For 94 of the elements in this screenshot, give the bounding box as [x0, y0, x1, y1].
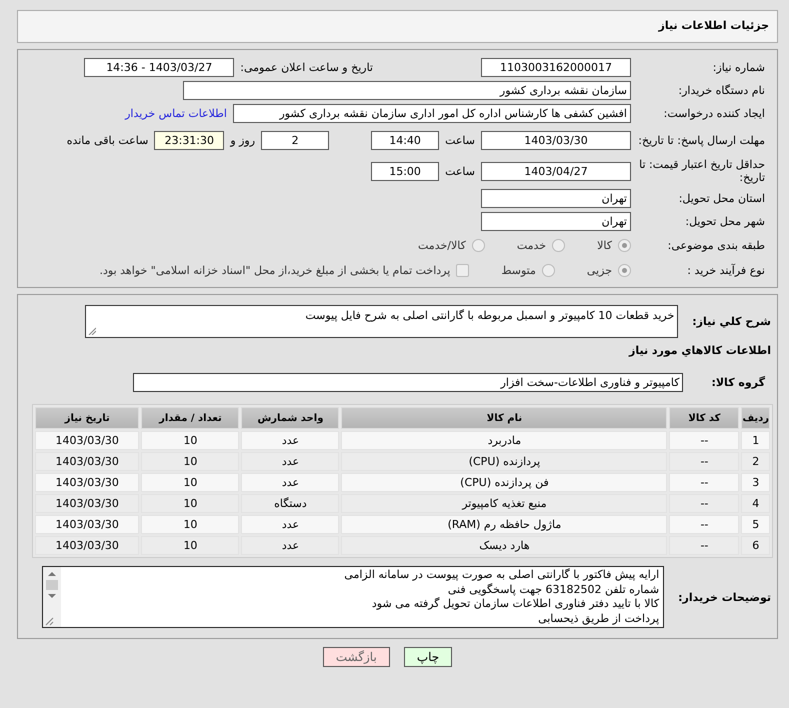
field-label: ایجاد کننده درخواست: — [662, 106, 766, 120]
table-cell: عدد — [241, 452, 340, 471]
text-field[interactable]: 1403/03/30 — [481, 130, 631, 150]
radio-button[interactable] — [472, 238, 485, 252]
field-label: طبقه بندی موضوعی: — [666, 238, 766, 252]
table-cell: 10 — [141, 494, 240, 513]
table-cell: منبع تغذیه کامپیوتر — [341, 494, 668, 513]
table-cell: مادربرد — [341, 431, 668, 450]
column-header: تعداد / مقدار — [141, 407, 240, 429]
text-field[interactable]: افشین کشفی ها کارشناس اداره کل امور اداری سازمان نقشه برداری کشور — [233, 104, 631, 122]
table-cell: -- — [669, 473, 740, 492]
field-label: روز و — [230, 134, 256, 146]
table-cell: 10 — [141, 431, 240, 450]
table-cell: عدد — [241, 536, 340, 555]
text-field[interactable]: 1403/04/27 — [481, 162, 631, 180]
table-cell: 1403/03/30 — [35, 473, 140, 492]
table-cell: 1403/03/30 — [35, 515, 140, 534]
field-label: تاریخ و ساعت اعلان عمومی: — [240, 60, 373, 74]
text-field[interactable]: 1403/03/27 - 14:36 — [84, 58, 234, 76]
table-cell: 6 — [741, 536, 770, 555]
radio-button[interactable] — [618, 264, 631, 276]
field-label: شماره نیاز: — [712, 60, 766, 74]
table-cell: فن پردازنده (CPU) — [341, 473, 668, 492]
page-title: جزئیات اطلاعات نیاز — [658, 19, 769, 32]
text-field[interactable]: 1103003162000017 — [481, 58, 631, 76]
text-field[interactable]: 14:40 — [371, 130, 440, 150]
table-cell: -- — [669, 431, 740, 450]
radio-button[interactable] — [552, 238, 566, 252]
radio-button[interactable] — [618, 238, 631, 252]
notes-text: ارایه پیش فاکتور با گارانتی اصلی به صورت پیوست در سامانه الزامی شماره تلفن 63182502 جهت پاسخگویی فنی کالا با تایید دفتر فناوری اطلاعات سازمان تحویل گرفته می شود پرداخت از طریق ذیحسابی — [343, 567, 660, 627]
field-label: حداقل تاریخ اعتبار قیمت: تا تاریخ: — [638, 158, 766, 184]
table-cell: 10 — [141, 452, 240, 471]
scrollbar-icon[interactable] — [43, 567, 62, 627]
table-cell: -- — [669, 536, 740, 555]
field-label: شرح کلي نیاز: — [692, 315, 771, 328]
checkbox[interactable] — [456, 264, 470, 276]
checkbox-label: پرداخت تمام یا بخشی از مبلغ خرید،از محل "اسناد خزانه اسلامی" خواهد بود. — [100, 264, 450, 276]
table-cell: 1403/03/30 — [35, 452, 140, 471]
table-cell: عدد — [241, 515, 340, 534]
field-label: توضیحات خریدار: — [678, 590, 771, 604]
table-cell: -- — [669, 494, 740, 513]
table-cell: 1403/03/30 — [35, 536, 140, 555]
table-cell: 1403/03/30 — [35, 494, 140, 513]
text-field[interactable]: کامپیوتر و فناوری اطلاعات-سخت افزار — [133, 373, 684, 392]
field-label: ساعت — [445, 134, 475, 146]
table-cell: هارد دیسک — [341, 536, 668, 555]
text-field[interactable]: تهران — [481, 188, 631, 208]
field-label: ساعت — [445, 164, 475, 178]
table-cell: 10 — [141, 473, 240, 492]
column-header: واحد شمارش — [241, 407, 340, 429]
table-cell: -- — [669, 515, 740, 534]
option-label: جزیی — [586, 264, 612, 276]
field-label: نام دستگاه خریدار: — [677, 84, 766, 96]
resize-grip-icon[interactable] — [88, 327, 96, 335]
text-field[interactable]: 23:31:30 — [154, 130, 224, 150]
table-cell: ماژول حافظه رم (RAM) — [341, 515, 668, 534]
radio-button[interactable] — [542, 264, 555, 276]
table-cell: عدد — [241, 473, 340, 492]
table-cell: 4 — [741, 494, 770, 513]
table-cell: پردازنده (CPU) — [341, 452, 668, 471]
option-label: خدمت — [516, 238, 546, 252]
option-label: کالا — [597, 238, 612, 252]
option-label: کالا/خدمت — [418, 238, 466, 252]
table-cell: 10 — [141, 536, 240, 555]
contact-link[interactable]: اطلاعات تماس خریدار — [125, 106, 227, 120]
field-label: مهلت ارسال پاسخ: تا تاریخ: — [637, 134, 766, 146]
table-cell: 1 — [741, 431, 770, 450]
column-header: ردیف — [741, 407, 770, 429]
table-cell: 10 — [141, 515, 240, 534]
text-field[interactable]: 2 — [261, 130, 330, 150]
section-title: اطلاعات کالاهاي مورد نیاز — [629, 344, 771, 357]
table-cell: 3 — [741, 473, 770, 492]
notes-field[interactable]: ارایه پیش فاکتور با گارانتی اصلی به صورت پیوست در سامانه الزامی شماره تلفن 63182502 جهت پاسخگویی فنی کالا با تایید دفتر فناوری اطلاعات سازمان تحویل گرفته می شود پرداخت از طریق ذیحسابی — [42, 566, 664, 628]
field-label: استان محل تحویل: — [678, 192, 766, 204]
table-cell: 1403/03/30 — [35, 431, 140, 450]
field-label: شهر محل تحویل: — [684, 214, 766, 228]
column-header: تاریخ نیاز — [35, 407, 140, 429]
back-button[interactable]: بازگشت — [322, 647, 390, 667]
table-cell: 2 — [741, 452, 770, 471]
column-header: کد کالا — [669, 407, 740, 429]
table-cell: 5 — [741, 515, 770, 534]
field-label: ساعت باقی مانده — [66, 134, 148, 146]
text-field[interactable]: 15:00 — [371, 162, 440, 180]
field-label: نوع فرآیند خرید : — [686, 264, 766, 276]
print-button[interactable]: چاپ — [404, 647, 452, 667]
field-label: گروه کالا: — [711, 376, 765, 389]
option-label: متوسط — [501, 264, 536, 276]
description-field[interactable]: خرید قطعات 10 کامپیوتر و اسمبل مربوطه با گارانتی اصلی به شرح فایل پیوست — [85, 305, 678, 338]
table-cell: دستگاه — [241, 494, 340, 513]
column-header: نام کالا — [341, 407, 668, 429]
text-field[interactable]: تهران — [481, 212, 631, 230]
table-cell: -- — [669, 452, 740, 471]
table-cell: عدد — [241, 431, 340, 450]
text-field[interactable]: سازمان نقشه برداری کشور — [183, 80, 631, 100]
